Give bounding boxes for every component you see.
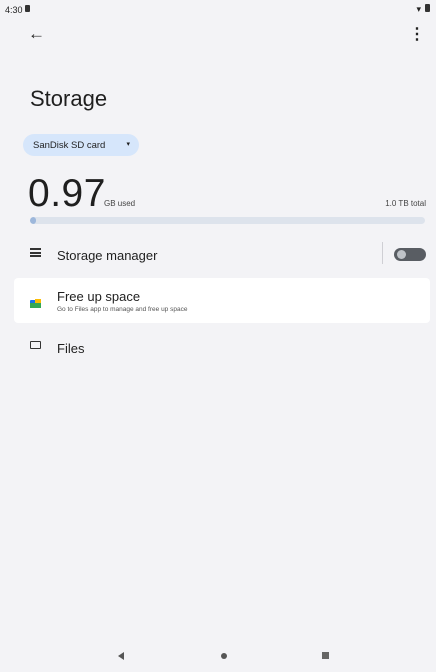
storage-manager-icon [30,248,41,257]
page-title: Storage [30,86,108,111]
storage-manager-label: Storage manager [57,248,158,263]
nav-recents-icon[interactable] [322,652,329,659]
used-value: 0.97 [28,172,106,215]
nav-back-icon[interactable] [118,652,124,660]
storage-manager-row[interactable]: Storage manager [14,240,430,270]
back-arrow-icon[interactable]: ← [28,24,45,44]
storage-usage-bar [30,217,425,224]
free-up-space-sublabel: Go to Files app to manage and free up sp… [57,306,188,313]
status-bar: 4:30 ▾ [0,0,436,18]
storage-select-chip[interactable]: SanDisk SD card ▾ [23,134,139,156]
free-up-space-row[interactable]: Free up space Go to Files app to manage … [14,278,430,323]
divider [382,242,383,264]
storage-usage-fill [30,217,36,224]
free-up-space-label: Free up space [57,289,141,304]
files-app-icon [30,295,41,308]
used-unit: GB used [104,199,136,208]
status-time: 4:30 [5,5,23,15]
total-storage: 1.0 TB total [385,199,426,208]
storage-manager-toggle[interactable] [394,248,426,261]
battery-icon [425,4,430,12]
toggle-knob [397,250,406,259]
wifi-icon: ▾ [416,4,421,14]
storage-select-label: SanDisk SD card [33,139,106,151]
files-row[interactable]: Files [14,334,430,362]
nav-bar [0,648,436,672]
sim-card-icon [25,5,30,12]
more-vert-icon[interactable]: ⋮ [409,24,425,44]
nav-home-icon[interactable] [221,653,227,659]
chevron-down-icon: ▾ [126,141,130,148]
files-label: Files [57,341,85,356]
folder-icon [30,341,41,349]
